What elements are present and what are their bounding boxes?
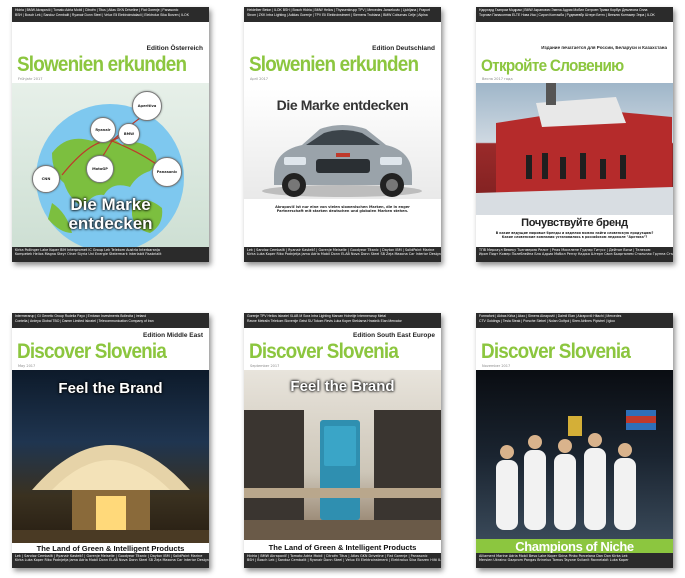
brand-bubble: CNN [32,165,60,193]
header-line: Strom | ZKK Intra Lighting | Adidas Gore… [247,12,428,17]
cover-headline: Die Marke entdecken [12,195,209,233]
header-line: Contelia | Ardeya Global TBO | Damm Limi… [15,318,154,323]
cover-header-brands: Intermerarup | GI Genetic Group Rudelia … [12,313,209,328]
glamping-tent-photo: Feel the Brand [12,370,209,550]
brand-bubble: Aperitiva [132,91,162,121]
cover-date: September 2017 [250,364,280,368]
cover-header-brands: Ндоргард Газпром Модрам | BMW Акрапович … [476,7,673,22]
cover-footer-brands: Lek | Sandoz Cembalit | Ryanair Kastelič… [12,553,209,568]
magazine-cover-austria[interactable]: Hidria | BMW Akrapovič | Tomato Adria Mo… [12,7,209,262]
cover-footer-brands: Alliament Marine Adria Mobil Bevo Lake K… [476,553,673,568]
brand-bubble: Ryanair [90,117,116,143]
edition-label: Издание печатается для России, Беларуси … [541,45,667,50]
cover-headline: Feel the Brand [58,380,163,397]
brand-bubble: Panasonic [152,157,182,187]
footer-line: Kompetek Helios Magna Steyr Oiner Styria… [15,252,162,257]
magazine-cover-champions[interactable]: Formafont | Akbas Kirka | Akzo | Simens … [476,313,673,568]
car-photo: Die Marke entdecken [244,89,441,199]
cover-footer-brands: Hidria | BMW Akrapovič | Tomato Adria Mo… [244,553,441,568]
header-line: Ravne Metralin Telekom Slovenije Geist S… [247,318,402,323]
cover-header-brands: Heidelber Beton | ILOK BSH | Bosch Hidri… [244,7,441,22]
header-line: Heidelber Beton | ILOK BSH | Bosch Hidri… [247,8,430,12]
cover-date: November 2017 [482,364,511,368]
footer-line: Kirka Luka Koper Riko Podnjetja jama Adr… [15,558,209,563]
cover-headline: Feel the Brand [290,378,395,395]
edition-label: Edition Middle East [143,332,203,339]
cover-title: Slowenien erkunden [17,53,187,76]
magazine-cover-russia[interactable]: Ндоргард Газпром Модрам | BMW Акрапович … [476,7,673,262]
magazine-cover-middle-east[interactable]: Intermerarup | GI Genetic Group Rudelia … [12,313,209,568]
magazine-cover-germany[interactable]: Heidelber Beton | ILOK BSH | Bosch Hidri… [244,7,441,262]
header-line: CTV Goldings | Tesla Steak | Porsche Sie… [479,318,615,323]
icebreaker-photo [476,83,673,215]
footer-line: Ирон Пидт Комер Полеблейна Бла Адриа Моб… [479,252,673,257]
edition-label: Edition South East Europe [353,332,435,339]
cover-title: Discover Slovenia [17,340,167,363]
tagline-line: Какие словенские компании установились в… [501,235,648,239]
edition-label: Edition Österreich [146,45,203,52]
headline-line: entdecken [68,214,153,233]
cover-date: Весна 2017 года [482,77,513,81]
header-line: Hidria | BMW Akrapovič | Tomato Adria Mo… [15,8,179,12]
cover-title: Slowenien erkunden [249,53,419,76]
header-line: BSH | Bosch Lek | Sandoz Cembalit | Ryan… [15,12,189,17]
kitchen-photo: Feel the Brand [244,370,441,540]
footer-line: Mersien Ukraino Gazprom Pangas Brinelux … [479,558,629,563]
cover-header-brands: Hidria | BMW Akrapovič | Tomato Adria Mo… [12,7,209,22]
cover-footer-brands: Kirka Pollinger Lake Koper BIH Interprom… [12,247,209,262]
cover-headline: Почувствуйте бренд [521,217,628,229]
cover-date: May 2017 [18,364,36,368]
headline-line: Die Marke [70,195,151,214]
cover-footer-brands: ТПВ Меркаул Вевеку Тьепмерма Релит | Рна… [476,247,673,262]
magazine-cover-south-east-europe[interactable]: Gorenje TPV Helios Iskratel XLAB M Sora … [244,313,441,568]
cover-footer-brands: Lek | Sandoz Cembalit | Ryanair Kastelič… [244,247,441,262]
header-line: Ндоргард Газпром Модрам | BMW Акрапович … [479,8,648,12]
cover-tagline: В какие ведущие мировые бренды и изделия… [482,231,667,239]
brand-bubble: BMW [118,123,140,145]
cover-date: Frühjahr 2017 [18,77,43,81]
cover-header-brands: Gorenje TPV Helios Iskratel XLAB M Sora … [244,313,441,328]
footer-line: BSH | Bosch Lek | Sandoz Cembalit | Ryan… [247,558,441,563]
header-line: Торговл Панасонник ELTE Нова Иск | Сирон… [479,12,655,17]
cover-title: Откройте Словению [481,56,624,75]
basketball-team-photo [476,370,673,542]
brand-bubble: MotoGP [86,155,114,183]
cover-title: Discover Slovenia [249,340,399,363]
cover-date: April 2017 [250,77,269,81]
cover-title: Discover Slovenia [481,340,631,363]
edition-label: Edition Deutschland [372,45,435,52]
footer-line: Kirka Luka Koper Riko Podnjetja jama Adr… [247,252,441,257]
globe-illustration: Aperitiva Ryanair BMW CNN MotoGP Panason… [12,83,209,251]
cover-header-brands: Formafont | Akbas Kirka | Akzo | Simens … [476,313,673,328]
tagline-line: Partnerschaft mit starken deutschen und … [276,209,409,214]
cover-tagline: Akrapovič ist nur eine von vielen slowen… [252,205,433,214]
